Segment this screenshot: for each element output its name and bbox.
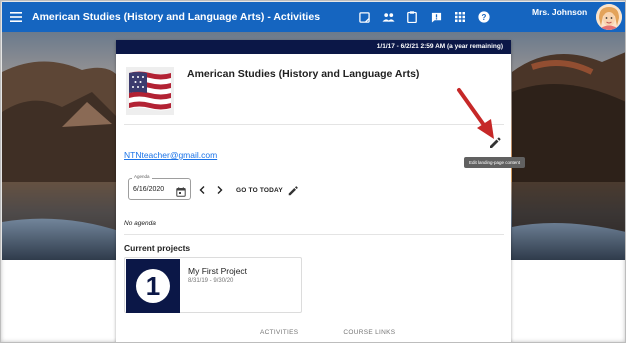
calendar-icon[interactable] bbox=[176, 184, 186, 197]
app-bar-actions: ? bbox=[356, 9, 492, 25]
app-bar: American Studies (History and Language A… bbox=[2, 2, 625, 32]
project-thumbnail: 1 bbox=[126, 259, 180, 313]
edit-tooltip: Edit landing-page content bbox=[464, 157, 526, 168]
user-name[interactable]: Mrs. Johnson bbox=[532, 7, 592, 17]
menu-icon[interactable] bbox=[2, 2, 30, 32]
edit-landing-page-pencil-icon[interactable] bbox=[488, 136, 502, 150]
people-icon[interactable] bbox=[380, 9, 396, 25]
course-title: American Studies (History and Language A… bbox=[187, 68, 420, 80]
course-card: 1/1/17 - 6/2/21 2:59 AM (a year remainin… bbox=[116, 40, 526, 342]
apps-icon[interactable] bbox=[452, 9, 468, 25]
agenda-date-value[interactable]: 6/16/2020 bbox=[133, 186, 164, 193]
course-date-range: 1/1/17 - 6/2/21 2:59 AM (a year remainin… bbox=[116, 40, 511, 54]
teacher-email-link[interactable]: NTNteacher@gmail.com bbox=[124, 150, 217, 160]
chevron-left-icon[interactable] bbox=[197, 184, 207, 196]
avatar[interactable] bbox=[596, 4, 622, 30]
note-icon[interactable] bbox=[356, 9, 372, 25]
chevron-right-icon[interactable] bbox=[215, 184, 225, 196]
agenda-label: Agenda bbox=[132, 174, 152, 179]
project-name: My First Project bbox=[188, 266, 248, 276]
no-agenda-text: No agenda bbox=[124, 220, 156, 227]
course-tabs: ACTIVITIES COURSE LINKS bbox=[260, 329, 395, 336]
clipboard-icon[interactable] bbox=[404, 9, 420, 25]
app-title: American Studies (History and Language A… bbox=[32, 11, 321, 23]
project-dates: 8/31/19 - 9/30/20 bbox=[188, 278, 234, 284]
tab-course-links[interactable]: COURSE LINKS bbox=[343, 329, 395, 336]
divider bbox=[124, 234, 504, 235]
project-card[interactable]: 1 My First Project 8/31/19 - 9/30/20 bbox=[124, 257, 302, 313]
course-flag-image bbox=[126, 67, 174, 115]
tab-activities[interactable]: ACTIVITIES bbox=[260, 329, 298, 336]
edit-agenda-pencil-icon[interactable] bbox=[287, 184, 299, 196]
svg-text:?: ? bbox=[482, 13, 487, 22]
help-icon[interactable]: ? bbox=[476, 9, 492, 25]
screenshot-frame: American Studies (History and Language A… bbox=[0, 0, 626, 343]
go-to-today-button[interactable]: GO TO TODAY bbox=[236, 187, 283, 194]
project-number: 1 bbox=[146, 271, 160, 301]
current-projects-heading: Current projects bbox=[124, 243, 191, 253]
feedback-icon[interactable] bbox=[428, 9, 444, 25]
divider bbox=[124, 124, 504, 125]
agenda-date-field[interactable]: Agenda 6/16/2020 bbox=[128, 174, 191, 200]
